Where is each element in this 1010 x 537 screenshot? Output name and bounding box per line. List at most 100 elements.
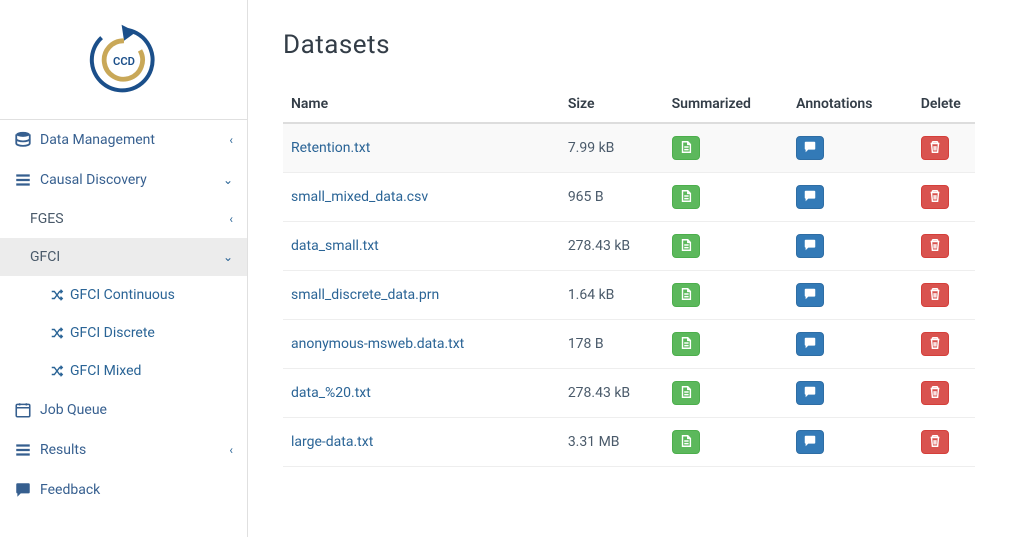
shuffle-icon (50, 288, 64, 302)
table-row: small_discrete_data.prn 1.64 kB (283, 271, 975, 320)
nav-results[interactable]: Results ‹ (0, 430, 247, 470)
nav-label: GFCI Mixed (70, 363, 141, 379)
delete-button[interactable] (921, 234, 949, 258)
dataset-link[interactable]: data_%20.txt (291, 385, 371, 401)
annotations-button[interactable] (796, 283, 824, 307)
summarize-button[interactable] (672, 381, 700, 405)
svg-text:CCD: CCD (113, 54, 135, 67)
logo: CCD (0, 0, 247, 120)
nav-label: Results (40, 442, 86, 458)
document-icon (679, 434, 693, 451)
chevron-left-icon: ‹ (229, 443, 233, 457)
nav-label: GFCI Continuous (70, 287, 175, 303)
calendar-icon (14, 401, 32, 419)
chevron-down-icon: ⌄ (223, 173, 233, 187)
nav-gfci-discrete[interactable]: GFCI Discrete (0, 314, 247, 352)
trash-icon (928, 140, 942, 157)
trash-icon (928, 336, 942, 353)
chevron-down-icon: ⌄ (223, 250, 233, 264)
annotations-button[interactable] (796, 136, 824, 160)
comment-icon (803, 189, 817, 206)
annotations-button[interactable] (796, 185, 824, 209)
nav-fges[interactable]: FGES ‹ (0, 200, 247, 238)
nav-gfci[interactable]: GFCI ⌄ (0, 238, 247, 276)
summarize-button[interactable] (672, 332, 700, 356)
nav-job-queue[interactable]: Job Queue (0, 390, 247, 430)
summarize-button[interactable] (672, 430, 700, 454)
trash-icon (928, 385, 942, 402)
page-title: Datasets (283, 30, 975, 60)
dataset-size: 278.43 kB (560, 222, 664, 271)
annotations-button[interactable] (796, 381, 824, 405)
trash-icon (928, 287, 942, 304)
trash-icon (928, 434, 942, 451)
comment-icon (803, 385, 817, 402)
nav-label: Data Management (40, 132, 155, 148)
summarize-button[interactable] (672, 185, 700, 209)
dataset-link[interactable]: small_discrete_data.prn (291, 287, 439, 303)
document-icon (679, 238, 693, 255)
dataset-link[interactable]: anonymous-msweb.data.txt (291, 336, 464, 352)
document-icon (679, 140, 693, 157)
dataset-size: 7.99 kB (560, 123, 664, 173)
shuffle-icon (50, 326, 64, 340)
table-row: small_mixed_data.csv 965 B (283, 173, 975, 222)
comment-icon (14, 481, 32, 499)
list-icon (14, 171, 32, 189)
nav-feedback[interactable]: Feedback (0, 470, 247, 510)
annotations-button[interactable] (796, 234, 824, 258)
dataset-link[interactable]: large-data.txt (291, 434, 373, 450)
document-icon (679, 385, 693, 402)
document-icon (679, 287, 693, 304)
trash-icon (928, 189, 942, 206)
comment-icon (803, 287, 817, 304)
nav-causal-discovery[interactable]: Causal Discovery ⌄ (0, 160, 247, 200)
shuffle-icon (50, 364, 64, 378)
dataset-size: 965 B (560, 173, 664, 222)
col-header-annotations: Annotations (788, 86, 913, 123)
nav-label: Feedback (40, 482, 100, 498)
summarize-button[interactable] (672, 234, 700, 258)
col-header-delete: Delete (913, 86, 975, 123)
sidebar: CCD Data Management ‹ Causal Discovery ⌄ (0, 0, 248, 537)
col-header-size: Size (560, 86, 664, 123)
delete-button[interactable] (921, 185, 949, 209)
dataset-size: 1.64 kB (560, 271, 664, 320)
nav-label: GFCI (30, 249, 60, 265)
nav-gfci-continuous[interactable]: GFCI Continuous (0, 276, 247, 314)
chevron-left-icon: ‹ (229, 133, 233, 147)
table-row: anonymous-msweb.data.txt 178 B (283, 320, 975, 369)
main-content: Datasets Name Size Summarized Annotation… (248, 0, 1010, 537)
dataset-link[interactable]: data_small.txt (291, 238, 379, 254)
nav-label: Causal Discovery (40, 172, 147, 188)
delete-button[interactable] (921, 381, 949, 405)
annotations-button[interactable] (796, 430, 824, 454)
nav-label: Job Queue (40, 402, 107, 418)
delete-button[interactable] (921, 430, 949, 454)
table-row: data_%20.txt278.43 kB (283, 369, 975, 418)
dataset-size: 178 B (560, 320, 664, 369)
document-icon (679, 336, 693, 353)
list-icon (14, 441, 32, 459)
datasets-table: Name Size Summarized Annotations Delete … (283, 86, 975, 467)
dataset-link[interactable]: small_mixed_data.csv (291, 189, 428, 205)
table-row: data_small.txt 278.43 kB (283, 222, 975, 271)
delete-button[interactable] (921, 283, 949, 307)
ccd-logo-icon: CCD (84, 20, 164, 100)
nav-gfci-mixed[interactable]: GFCI Mixed (0, 352, 247, 390)
delete-button[interactable] (921, 332, 949, 356)
delete-button[interactable] (921, 136, 949, 160)
dataset-size: 3.31 MB (560, 418, 664, 467)
nav-label: FGES (30, 211, 64, 227)
col-header-name: Name (283, 86, 560, 123)
dataset-link[interactable]: Retention.txt (291, 140, 370, 156)
comment-icon (803, 336, 817, 353)
summarize-button[interactable] (672, 283, 700, 307)
col-header-summarized: Summarized (664, 86, 789, 123)
annotations-button[interactable] (796, 332, 824, 356)
table-row: large-data.txt 3.31 MB (283, 418, 975, 467)
trash-icon (928, 238, 942, 255)
summarize-button[interactable] (672, 136, 700, 160)
nav-label: GFCI Discrete (70, 325, 155, 341)
nav-data-management[interactable]: Data Management ‹ (0, 120, 247, 160)
